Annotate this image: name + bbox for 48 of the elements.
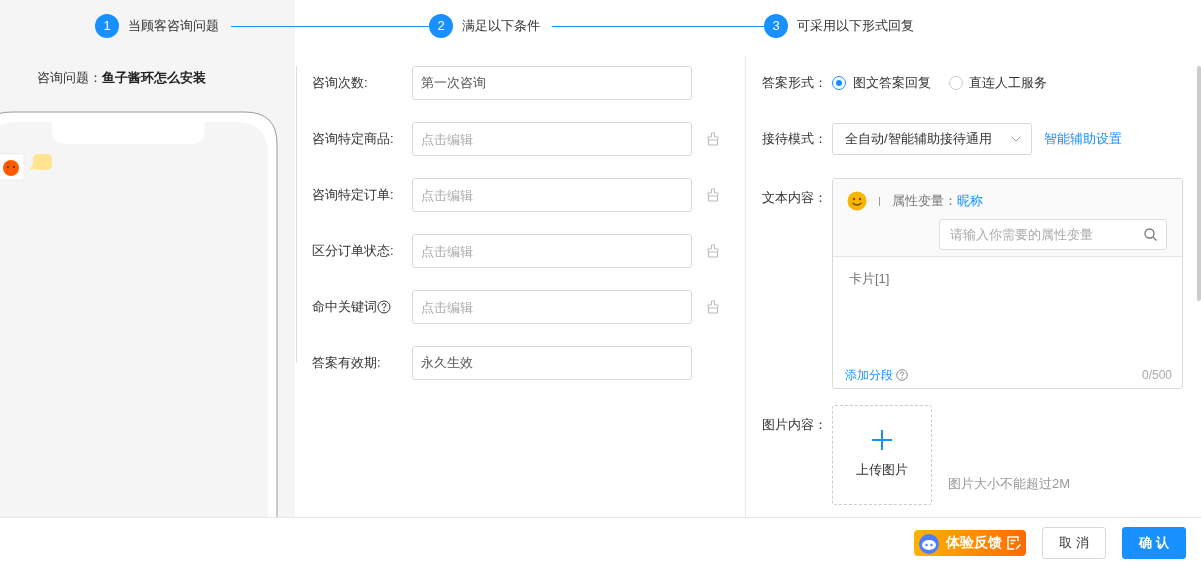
broom-icon[interactable]: [707, 244, 719, 258]
field-label: 咨询次数:: [312, 74, 369, 93]
search-icon[interactable]: [1144, 228, 1157, 241]
field-label: 咨询特定商品:: [312, 130, 395, 149]
upload-label: 上传图片: [856, 461, 908, 480]
search-field[interactable]: 请输入你需要的属性变量: [939, 219, 1167, 250]
step-label: 满足以下条件: [462, 17, 540, 36]
input-field[interactable]: 点击编辑: [412, 178, 692, 212]
cancel-button[interactable]: 取 消: [1042, 526, 1106, 559]
text-editor[interactable]: 属性变量：昵称 请输入你需要的属性变量 卡片[1] 添加分段 0/500: [832, 178, 1183, 389]
field-label: 图片内容：: [762, 416, 828, 434]
step-number: 3: [764, 14, 788, 38]
step-label: 当顾客咨询问题: [128, 17, 219, 36]
field-label: 区分订单状态:: [312, 242, 395, 261]
radio-option[interactable]: 直连人工服务: [948, 73, 1047, 93]
field-label: 咨询特定订单:: [312, 186, 395, 205]
input-field[interactable]: 点击编辑: [412, 234, 692, 268]
char-counter: 0/500: [1141, 367, 1172, 384]
mode-select[interactable]: 全自动/智能辅助接待通用: [832, 123, 1032, 155]
field-label: 接待模式：: [762, 130, 828, 149]
input-field[interactable]: 点击编辑: [412, 290, 692, 324]
question-text: 鱼子酱环怎么安装: [102, 69, 206, 87]
note-edit-icon: [1006, 534, 1022, 551]
plus-icon: [872, 430, 892, 451]
smiley-icon[interactable]: [847, 191, 867, 211]
broom-icon[interactable]: [707, 132, 719, 146]
input-field[interactable]: 第一次咨询: [412, 66, 692, 100]
broom-icon[interactable]: [707, 188, 719, 202]
radio-option[interactable]: 图文答案回复: [832, 73, 931, 93]
mode-value: 全自动/智能辅助接待通用: [845, 130, 992, 149]
input-field[interactable]: 永久生效: [412, 346, 692, 380]
scrollbar[interactable]: [1197, 66, 1201, 301]
avatar-icon: [0, 153, 25, 180]
step-number: 2: [429, 14, 453, 38]
broom-icon[interactable]: [707, 300, 719, 314]
field-label: 答案形式：: [762, 74, 828, 93]
question-label: 咨询问题：: [37, 69, 102, 87]
step-label: 可采用以下形式回复: [797, 17, 914, 36]
field-label: 命中关键词: [312, 298, 377, 317]
chevron-down-icon: [1011, 136, 1021, 142]
help-icon[interactable]: [896, 369, 909, 381]
help-icon[interactable]: [377, 300, 391, 314]
variable-label: 属性变量：: [892, 192, 957, 211]
field-label: 答案有效期:: [312, 354, 382, 373]
field-label: 文本内容：: [762, 189, 828, 207]
input-field[interactable]: 点击编辑: [412, 122, 692, 156]
upload-hint: 图片大小不能超过2M: [948, 474, 1071, 493]
upload-button[interactable]: 上传图片: [832, 405, 932, 505]
